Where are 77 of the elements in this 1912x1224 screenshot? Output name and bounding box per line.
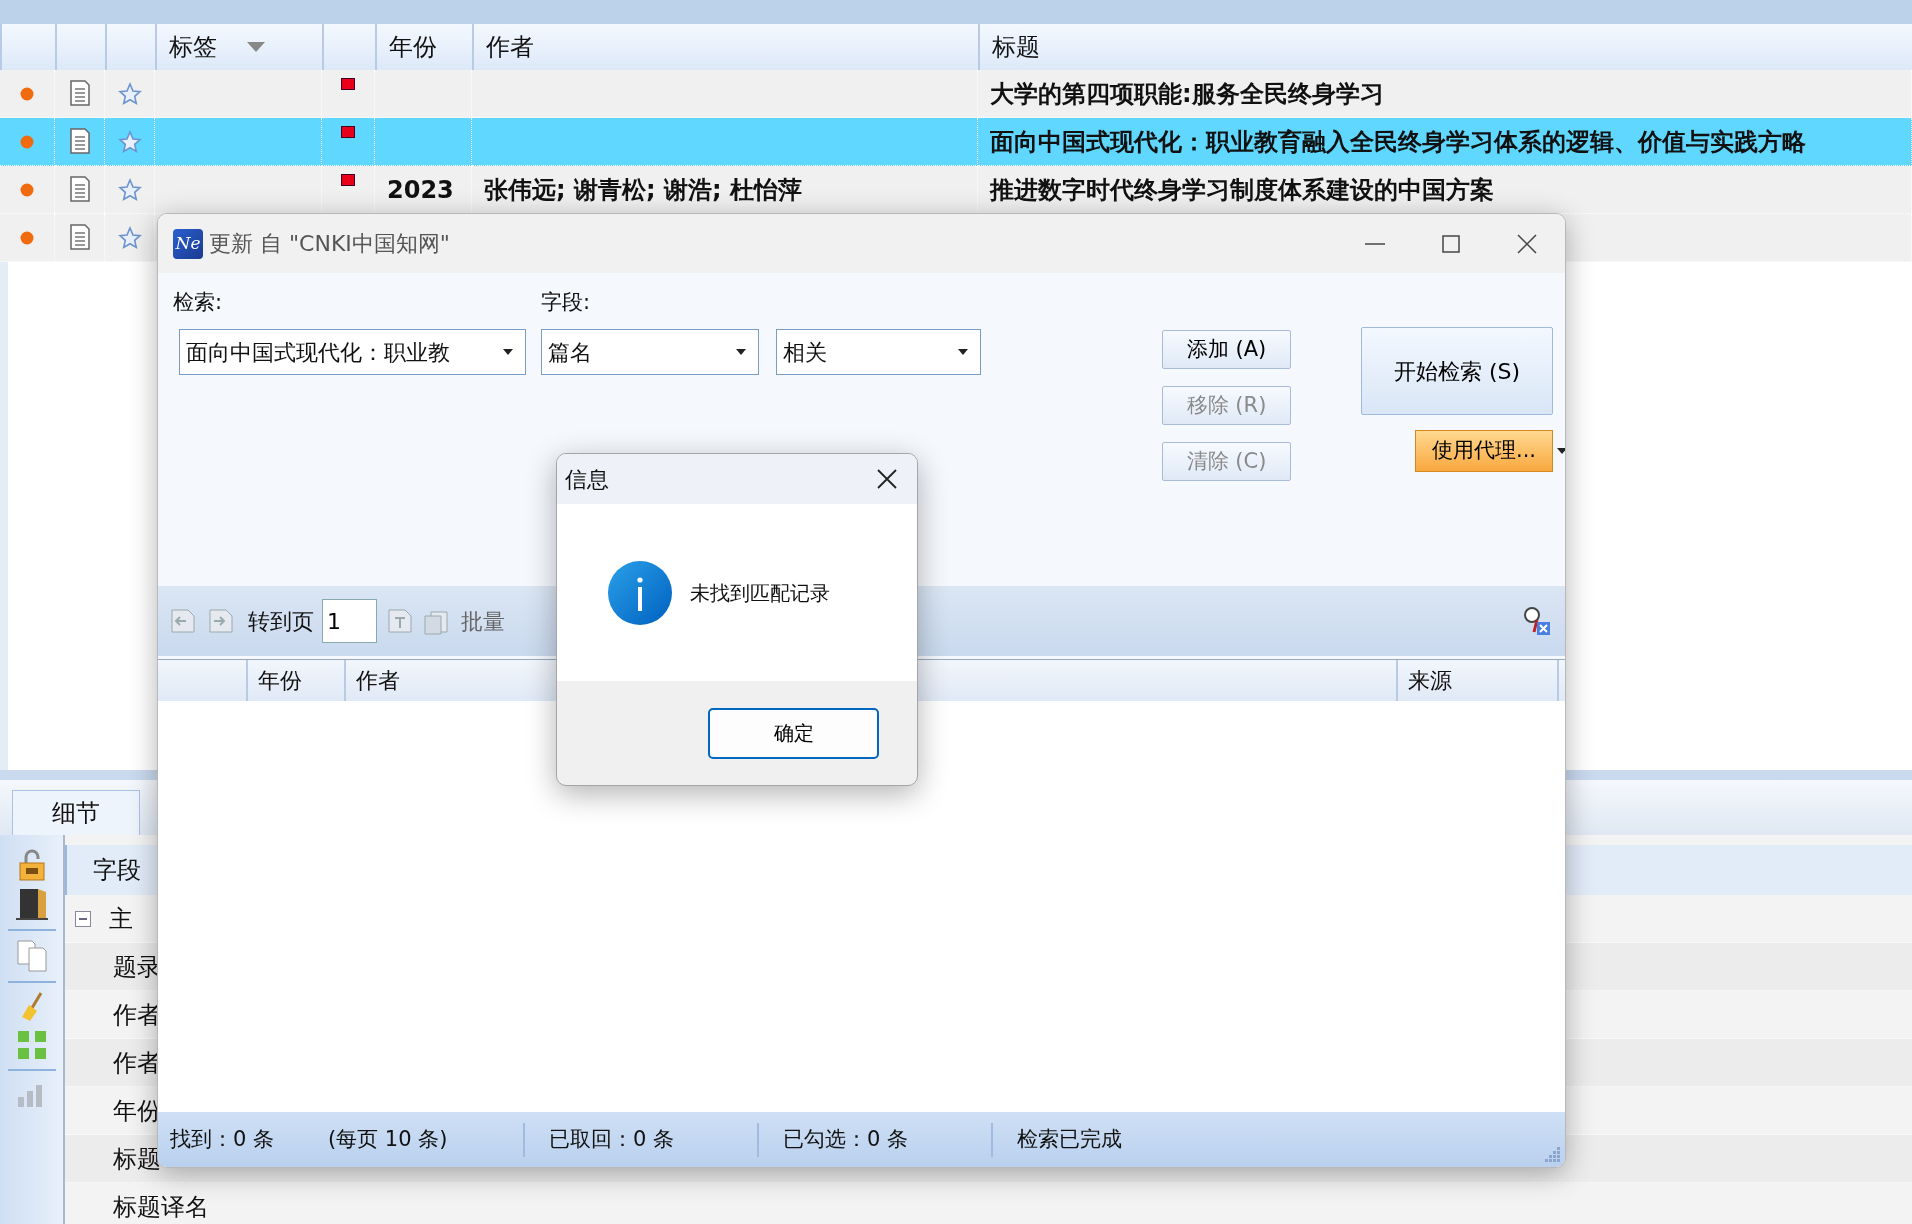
forward-icon[interactable] xyxy=(206,606,236,636)
batch-label: 批量 xyxy=(461,607,505,636)
resize-grip-icon[interactable] xyxy=(1545,1147,1561,1163)
status-text: 已勾选：0 条 xyxy=(782,1125,910,1153)
title-cell-text: 面向中国式现代化：职业教育融入全民终身学习体系的逻辑、价值与实践方略 xyxy=(990,126,1806,158)
caret-icon xyxy=(958,349,968,355)
window-title: 更新 自 "CNKI中国知网" xyxy=(209,230,450,258)
document-icon xyxy=(67,128,92,155)
star-icon[interactable] xyxy=(117,225,142,250)
status-text: (每页 10 条) xyxy=(327,1125,449,1153)
lock-icon[interactable] xyxy=(17,849,46,881)
column-header[interactable]: 来源 xyxy=(1408,664,1452,697)
field-name: 主 xyxy=(109,903,133,935)
field-name: 题录 xyxy=(113,951,161,983)
dropdown[interactable]: 相关 xyxy=(776,329,981,375)
caret-icon[interactable] xyxy=(1557,448,1565,454)
status-text: 找到：0 条 xyxy=(169,1125,276,1153)
ok-button[interactable]: 确定 xyxy=(708,707,879,759)
field-name: 作者 xyxy=(113,1047,161,1079)
status-text: 已取回：0 条 xyxy=(548,1125,676,1153)
column-header[interactable]: 作者 xyxy=(356,664,400,697)
star-icon[interactable] xyxy=(117,177,142,202)
maximize-icon xyxy=(1442,234,1460,253)
field-name: 标题 xyxy=(113,1143,161,1175)
status-dot-icon xyxy=(20,86,34,101)
document-icon xyxy=(67,80,92,107)
action-button[interactable]: 添加 (A) xyxy=(1162,330,1291,369)
grid-icon[interactable] xyxy=(15,1029,48,1061)
field-label: 字段: xyxy=(541,289,591,316)
search-clear-icon[interactable] xyxy=(1523,606,1551,636)
year-cell-text: 2023 xyxy=(387,174,454,206)
column-header[interactable]: 年份 xyxy=(258,664,302,697)
minimize-icon xyxy=(1365,242,1385,245)
field-name: 标题译名 xyxy=(113,1191,209,1223)
author-cell-text: 张伟远; 谢青松; 谢浩; 杜怡萍 xyxy=(484,174,802,206)
search-label: 检索: xyxy=(173,289,224,316)
document-icon xyxy=(67,176,92,203)
status-text: 检索已完成 xyxy=(1016,1125,1122,1153)
close-icon xyxy=(1517,233,1537,254)
door-icon[interactable] xyxy=(15,887,48,921)
column-header[interactable]: 作者 xyxy=(486,29,534,65)
start-search-button[interactable]: 开始检索 (S) xyxy=(1361,327,1553,415)
dialog-title: 信息 xyxy=(565,465,609,494)
caret-icon xyxy=(247,42,265,52)
proxy-button[interactable]: 使用代理... xyxy=(1415,430,1553,472)
back-icon[interactable] xyxy=(168,606,198,636)
status-dot-icon xyxy=(20,182,34,197)
dropdown[interactable]: 面向中国式现代化：职业教 xyxy=(179,329,526,375)
list-row[interactable]: 面向中国式现代化：职业教育融入全民终身学习体系的逻辑、价值与实践方略 xyxy=(0,118,1912,166)
star-icon[interactable] xyxy=(117,81,142,106)
close-icon xyxy=(877,469,897,489)
document-icon xyxy=(67,224,92,251)
status-dot-icon xyxy=(20,230,34,245)
collapse-icon[interactable] xyxy=(75,910,91,927)
app-logo: Ne xyxy=(173,228,203,259)
list-row[interactable]: 2023 张伟远; 谢青松; 谢浩; 杜怡萍 推进数字时代终身学习制度体系建设的中国方案 xyxy=(0,166,1912,214)
star-icon[interactable] xyxy=(117,129,142,154)
field-name: 作者 xyxy=(113,999,161,1031)
info-icon xyxy=(608,560,672,625)
dropdown[interactable]: 篇名 xyxy=(541,329,759,375)
column-header[interactable]: 标题 xyxy=(992,29,1040,65)
title-cell-text: 大学的第四项职能:服务全民终身学习 xyxy=(990,78,1384,110)
title-cell-text: 推进数字时代终身学习制度体系建设的中国方案 xyxy=(990,174,1494,206)
goto-label: 转到页 xyxy=(248,607,314,636)
dialog-message: 未找到匹配记录 xyxy=(690,579,830,607)
page-input[interactable]: 1 xyxy=(322,599,377,643)
caret-icon xyxy=(736,349,746,355)
column-header[interactable]: 标签 xyxy=(169,29,217,65)
caret-icon xyxy=(503,349,513,355)
list-row[interactable]: 大学的第四项职能:服务全民终身学习 xyxy=(0,70,1912,118)
field-name: 年份 xyxy=(113,1095,161,1127)
copy-icon[interactable] xyxy=(15,939,48,973)
column-header[interactable]: 字段 xyxy=(93,852,141,888)
column-header[interactable]: 年份 xyxy=(389,29,437,65)
status-dot-icon xyxy=(20,134,34,149)
details-tab[interactable]: 细节 xyxy=(12,790,140,835)
page-icon[interactable] xyxy=(385,606,415,636)
